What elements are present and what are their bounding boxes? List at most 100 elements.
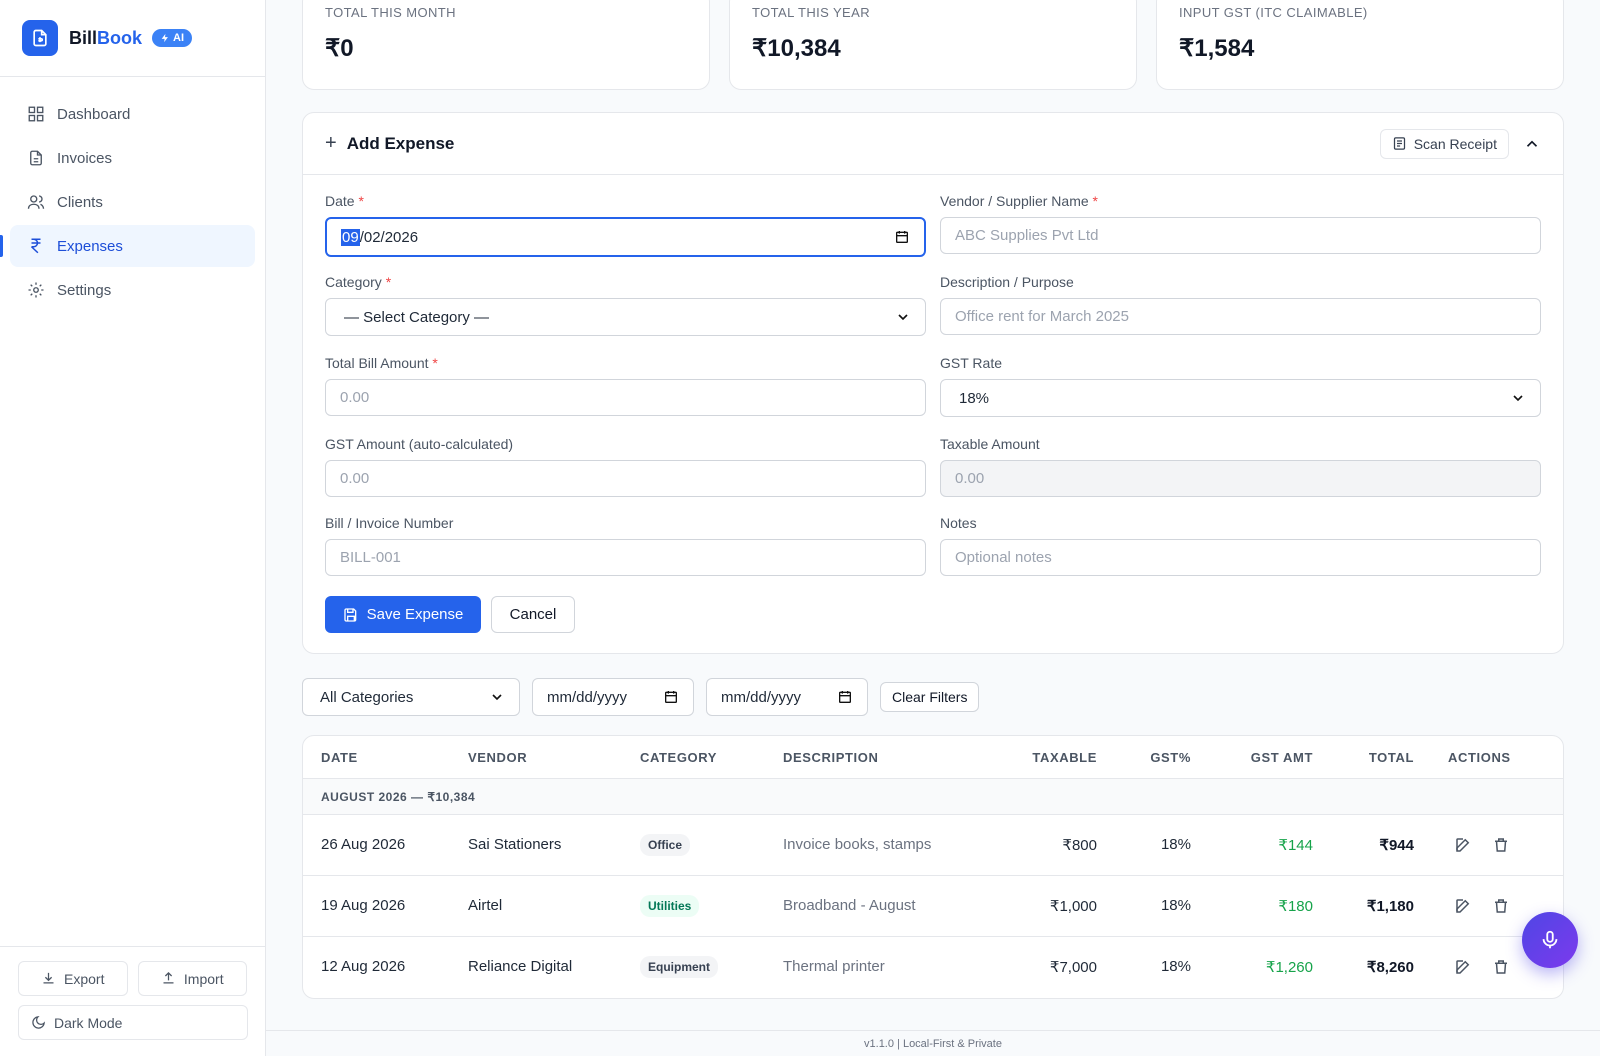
table-row[interactable]: 26 Aug 2026 Sai Stationers Office Invoic… (303, 815, 1563, 876)
cell-taxable: ₹7,000 (1049, 959, 1097, 976)
description-input[interactable]: Office rent for March 2025 (940, 298, 1541, 335)
cell-total: ₹1,180 (1366, 898, 1414, 915)
save-icon (343, 607, 356, 622)
gst-amount-field-group: GST Amount (auto-calculated) 0.00 (325, 436, 926, 497)
card-title: + Add Expense (325, 132, 455, 154)
save-expense-button[interactable]: Save Expense (325, 596, 481, 633)
calendar-icon[interactable] (894, 229, 910, 245)
sidebar-item-clients[interactable]: Clients (10, 181, 255, 223)
lightning-icon (161, 33, 168, 43)
scan-receipt-button[interactable]: Scan Receipt (1379, 128, 1509, 159)
edit-icon[interactable] (1454, 836, 1472, 854)
description-label: Description / Purpose (940, 274, 1074, 290)
stat-card-year: Total This Year ₹10,384 (729, 0, 1137, 90)
cancel-button[interactable]: Cancel (491, 596, 575, 633)
total-label: Total Bill Amount * (325, 355, 438, 371)
brand[interactable]: BillBook AI (0, 0, 265, 77)
stat-card-month: Total This Month ₹0 (302, 0, 710, 90)
date-from-filter[interactable]: mm/dd/yyyy (532, 678, 694, 716)
ai-badge: AI (152, 29, 193, 47)
gst-amount-input[interactable]: 0.00 (325, 460, 926, 497)
upload-icon (163, 971, 174, 984)
dark-mode-toggle[interactable]: Dark Mode (18, 1005, 248, 1040)
edit-icon[interactable] (1454, 897, 1472, 915)
cell-total: ₹944 (1379, 837, 1414, 854)
trash-icon[interactable] (1492, 958, 1510, 976)
column-header-category[interactable]: Category (640, 750, 717, 765)
column-header-taxable[interactable]: Taxable (1032, 750, 1097, 765)
expenses-table: Date Vendor Category Description Taxable… (302, 735, 1564, 999)
vendor-input[interactable]: ABC Supplies Pvt Ltd (940, 217, 1541, 254)
cell-gst-pct: 18% (1160, 897, 1191, 914)
cell-gst-amt: ₹144 (1278, 837, 1313, 854)
main-content: Total This Month ₹0 Total This Year ₹10,… (266, 0, 1600, 1056)
invoice-icon (30, 150, 42, 166)
category-select[interactable]: — Select Category — (325, 298, 926, 336)
sidebar-item-invoices[interactable]: Invoices (10, 137, 255, 179)
column-header-description[interactable]: Description (783, 750, 878, 765)
sidebar-item-dashboard[interactable]: Dashboard (10, 93, 255, 135)
moon-icon (32, 1016, 45, 1029)
chevron-up-icon[interactable] (1523, 135, 1541, 153)
date-to-filter[interactable]: mm/dd/yyyy (706, 678, 868, 716)
gst-rate-label: GST Rate (940, 355, 1002, 371)
plus-icon: + (325, 132, 337, 154)
column-header-gst-pct[interactable]: GST% (1150, 750, 1191, 765)
stat-value: ₹0 (325, 35, 354, 62)
sidebar-item-settings[interactable]: Settings (10, 269, 255, 311)
taxable-amount-input: 0.00 (940, 460, 1541, 497)
edit-icon[interactable] (1454, 958, 1472, 976)
voice-input-button[interactable] (1522, 912, 1578, 968)
column-header-date[interactable]: Date (321, 750, 358, 765)
gear-icon (28, 282, 44, 298)
calendar-icon[interactable] (663, 689, 679, 705)
trash-icon[interactable] (1492, 836, 1510, 854)
app-footer: v1.1.0 | Local-First & Private (266, 1030, 1600, 1056)
chevron-down-icon (492, 694, 502, 701)
filters-bar: All Categories mm/dd/yyyy mm/dd/yyyy Cle… (302, 678, 980, 716)
calendar-icon[interactable] (837, 689, 853, 705)
export-button[interactable]: Export (18, 961, 128, 996)
gst-amount-label: GST Amount (auto-calculated) (325, 436, 514, 452)
table-row[interactable]: 19 Aug 2026 Airtel Utilities Broadband -… (303, 876, 1563, 937)
column-header-vendor[interactable]: Vendor (468, 750, 527, 765)
column-header-gst-amt[interactable]: GST Amt (1251, 750, 1313, 765)
sidebar-footer: Export Import Dark Mode (0, 946, 265, 1056)
cell-date: 19 Aug 2026 (321, 897, 406, 914)
import-button[interactable]: Import (137, 961, 247, 996)
table-row[interactable]: 12 Aug 2026 Reliance Digital Equipment T… (303, 937, 1563, 998)
sidebar-item-label: Expenses (57, 237, 123, 255)
sidebar-item-label: Settings (57, 281, 112, 299)
sidebar-item-label: Invoices (57, 149, 113, 167)
clear-filters-button[interactable]: Clear Filters (880, 682, 980, 712)
add-expense-header[interactable]: + Add Expense Scan Receipt (303, 113, 1563, 175)
total-amount-input[interactable]: 0.00 (325, 379, 926, 416)
cell-total: ₹8,260 (1366, 959, 1414, 976)
category-filter-select[interactable]: All Categories (302, 678, 520, 716)
stat-value: ₹10,384 (752, 35, 841, 62)
stat-label: Total This Year (752, 5, 870, 20)
column-header-total[interactable]: Total (1369, 750, 1414, 765)
gst-rate-select[interactable]: 18% (940, 379, 1541, 417)
sidebar-item-expenses[interactable]: Expenses (0, 225, 255, 267)
table-header: Date Vendor Category Description Taxable… (303, 736, 1563, 779)
column-header-actions: Actions (1448, 750, 1511, 765)
stat-label: Input GST (ITC Claimable) (1179, 5, 1368, 20)
bill-number-input[interactable]: BILL-001 (325, 539, 926, 576)
cell-description: Invoice books, stamps (783, 836, 932, 853)
date-input[interactable]: 09/02/2026 (325, 217, 926, 257)
cell-gst-pct: 18% (1160, 836, 1191, 853)
cell-vendor: Airtel (468, 897, 503, 914)
cell-description: Thermal printer (783, 958, 885, 975)
trash-icon[interactable] (1492, 897, 1510, 915)
taxable-label: Taxable Amount (940, 436, 1040, 452)
description-field-group: Description / Purpose Office rent for Ma… (940, 274, 1541, 335)
notes-input[interactable]: Optional notes (940, 539, 1541, 576)
gst-rate-field-group: GST Rate 18% (940, 355, 1541, 417)
chevron-down-icon (1513, 395, 1523, 402)
download-icon (43, 972, 54, 984)
stat-value: ₹1,584 (1179, 35, 1255, 62)
receipt-icon (1393, 137, 1405, 150)
sidebar: BillBook AI Dashboard Invoices Clients E… (0, 0, 266, 1056)
cell-vendor: Sai Stationers (468, 836, 562, 853)
